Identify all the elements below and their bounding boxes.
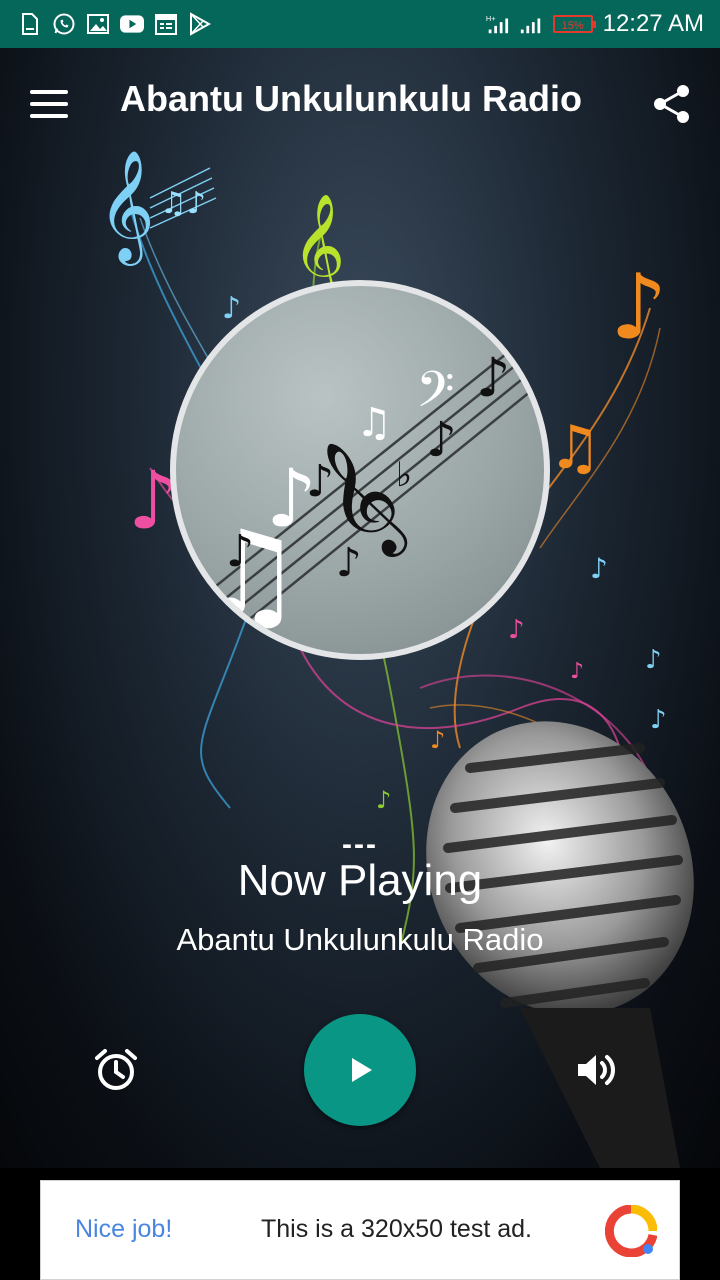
station-artwork: 𝄞 ♫ ♪ 𝄢 ♪ ♪ ♫ ♪ ♪ ♪ ♭	[170, 280, 550, 660]
play-button[interactable]	[304, 1014, 416, 1126]
player-screen: 𝄞 ♫♪ 𝄞 ♪ ♫ ♪ ♪ ♪ ♪ ♪ ♪ ♪ ♪ ♪ Abantu Unku…	[0, 48, 720, 1168]
now-playing-label: Now Playing	[237, 856, 483, 905]
svg-text:♪: ♪	[650, 705, 667, 735]
share-icon[interactable]	[650, 82, 694, 126]
whatsapp-icon	[52, 12, 76, 36]
youtube-icon	[120, 12, 144, 36]
notification-icons	[0, 12, 212, 36]
play-store-icon	[188, 12, 212, 36]
app-bar: Abantu Unkulunkulu Radio	[0, 48, 720, 160]
calendar-icon	[154, 12, 178, 36]
battery-icon: 15%	[552, 15, 596, 33]
svg-text:H+: H+	[486, 14, 496, 23]
svg-text:♫: ♫	[548, 413, 602, 483]
volume-icon[interactable]	[572, 1046, 620, 1094]
svg-text:♪: ♪	[426, 412, 457, 468]
test-ad-banner[interactable]: Nice job! This is a 320x50 test ad.	[40, 1180, 680, 1280]
svg-text:♪: ♪	[306, 456, 334, 507]
ad-area: Nice job! This is a 320x50 test ad.	[0, 1168, 720, 1280]
hamburger-menu-icon[interactable]	[30, 84, 82, 124]
status-clock: 12:27 AM	[602, 10, 704, 37]
ad-logo-icon	[605, 1205, 657, 1257]
svg-text:𝄞: 𝄞	[98, 149, 155, 266]
svg-text:♪: ♪	[376, 786, 391, 814]
image-icon	[86, 12, 110, 36]
signal-ht-icon: H+	[485, 12, 509, 36]
station-name: Abantu Unkulunkulu Radio	[176, 922, 544, 957]
svg-text:♪: ♪	[476, 346, 510, 409]
svg-text:♪: ♪	[226, 526, 254, 577]
svg-text:♪: ♪	[508, 615, 525, 645]
music-notes-image: 𝄞 ♫ ♪ 𝄢 ♪ ♪ ♫ ♪ ♪ ♪ ♭	[196, 345, 532, 645]
status-bar: H+ 15% 12:27 AM	[0, 0, 720, 48]
svg-text:♪: ♪	[645, 645, 662, 675]
svg-text:♪: ♪	[222, 291, 241, 326]
signal-icon	[519, 12, 543, 36]
svg-text:♪: ♪	[570, 659, 584, 684]
svg-text:♪: ♪	[430, 726, 445, 754]
svg-text:♫: ♫	[356, 400, 392, 446]
alarm-clock-icon[interactable]	[92, 1046, 140, 1094]
svg-text:♪: ♪	[336, 540, 362, 586]
app-title: Abantu Unkulunkulu Radio	[120, 78, 582, 119]
ad-badge: Nice job!	[75, 1215, 173, 1243]
svg-text:♪: ♪	[610, 255, 667, 360]
svg-text:♭: ♭	[396, 455, 412, 495]
svg-text:♫♪: ♫♪	[160, 186, 206, 221]
svg-text:♪: ♪	[590, 552, 608, 585]
play-icon	[352, 1058, 372, 1082]
file-icon	[18, 12, 42, 36]
ad-text: This is a 320x50 test ad.	[261, 1215, 532, 1243]
system-indicators: H+ 15% 12:27 AM	[485, 10, 720, 38]
